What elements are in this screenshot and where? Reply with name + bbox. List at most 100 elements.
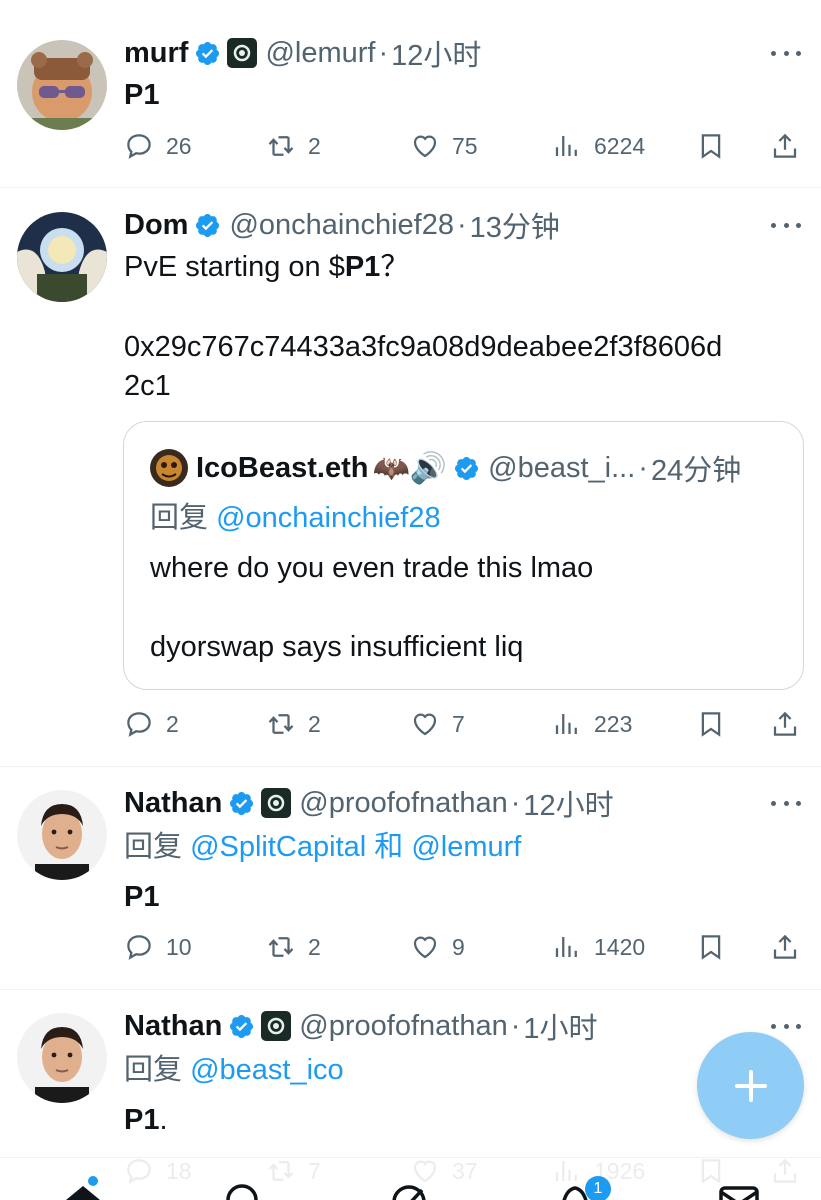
reply-button[interactable]: 26 [124, 126, 192, 166]
compose-button[interactable] [697, 1032, 804, 1139]
timestamp[interactable]: 1小时 [523, 1005, 597, 1047]
quote-avatar[interactable] [150, 449, 188, 487]
repost-count: 2 [308, 710, 321, 737]
bookmark-button[interactable] [696, 126, 726, 166]
like-button[interactable]: 7 [410, 704, 465, 744]
reply-count: 2 [166, 710, 179, 737]
tweet-header: Nathan @proofofnathan · 12小时 [124, 783, 614, 823]
tweet-text: P1 [124, 881, 160, 913]
tweet-header: Nathan @proofofnathan · 1小时 [124, 1006, 598, 1046]
affiliate-badge-icon [227, 38, 258, 68]
repost-button[interactable]: 2 [266, 126, 321, 166]
avatar[interactable] [17, 790, 107, 880]
cashtag[interactable]: P1 [345, 251, 380, 283]
separator: · [510, 786, 521, 819]
tweet-text-prefix: PvE starting on $ [124, 251, 345, 283]
reply-button[interactable]: 10 [124, 927, 192, 967]
bookmark-button[interactable] [696, 704, 726, 744]
search-icon[interactable] [222, 1182, 264, 1200]
mention-link[interactable]: @SplitCapital [190, 831, 366, 863]
view-count: 223 [594, 710, 633, 737]
more-options-icon[interactable] [771, 215, 801, 235]
share-button[interactable] [770, 927, 800, 967]
repost-button[interactable]: 2 [266, 704, 321, 744]
views-button[interactable]: 6224 [552, 126, 645, 166]
tweet-text-suffix: ？ [380, 251, 410, 283]
repost-icon [268, 937, 294, 957]
share-icon [773, 133, 797, 158]
bookmark-icon [701, 712, 721, 737]
quote-text: where do you even trade this lmao [150, 552, 594, 584]
home-icon[interactable] [62, 1182, 104, 1200]
display-name[interactable]: Dom [124, 209, 188, 242]
messages-icon[interactable] [718, 1182, 760, 1200]
mention-link[interactable]: @onchainchief28 [216, 502, 441, 534]
verified-badge-icon [230, 791, 254, 815]
bookmark-button[interactable] [696, 927, 726, 967]
display-name[interactable]: Nathan [124, 1010, 222, 1043]
reply-button[interactable]: 2 [124, 704, 179, 744]
more-options-icon[interactable] [771, 1016, 801, 1036]
mention-link[interactable]: @beast_ico [190, 1054, 344, 1086]
reply-icon [127, 712, 151, 737]
tweet-actions: 2 2 7 223 [124, 704, 804, 744]
tweet-header: Dom @onchainchief28 · 13分钟 [124, 205, 560, 245]
separator: · [510, 1009, 521, 1042]
reply-context: 回复 @beast_ico [124, 1050, 344, 1090]
verified-badge-icon [196, 213, 220, 237]
display-name[interactable]: murf [124, 37, 188, 70]
notifications-badge: 1 [585, 1176, 611, 1200]
repost-count: 2 [308, 933, 321, 960]
timestamp[interactable]: 13分钟 [470, 204, 560, 246]
quoted-tweet[interactable]: IcoBeast.eth 🦇🔊 @beast_i... · 24分钟 回复 @o… [123, 421, 804, 690]
reply-count: 26 [166, 132, 192, 159]
quote-display-name[interactable]: IcoBeast.eth [196, 452, 368, 485]
like-button[interactable]: 9 [410, 927, 465, 967]
avatar[interactable] [17, 212, 107, 302]
reply-count: 10 [166, 933, 192, 960]
quote-handle[interactable]: @beast_i... [488, 452, 635, 485]
avatar[interactable] [17, 1013, 107, 1103]
handle[interactable]: @proofofnathan [299, 787, 507, 820]
quote-reply-context: 回复 @onchainchief28 [150, 498, 441, 538]
affiliate-badge-icon [261, 788, 292, 818]
repost-button[interactable]: 2 [266, 927, 321, 967]
avatar[interactable] [17, 40, 107, 130]
views-button[interactable]: 223 [552, 704, 632, 744]
views-button[interactable]: 1420 [552, 927, 645, 967]
reply-prefix: 回复 [150, 502, 209, 534]
tweet-text: P1 [124, 79, 160, 111]
share-icon [773, 711, 797, 736]
grok-icon[interactable] [388, 1182, 430, 1200]
quote-name-emojis: 🦇🔊 [372, 451, 448, 485]
more-options-icon[interactable] [771, 43, 801, 63]
view-count: 1420 [594, 933, 646, 960]
share-icon [773, 934, 797, 959]
mention-link[interactable]: @lemurf [411, 831, 521, 863]
tweet-text-suffix: . [159, 1104, 168, 1136]
heart-icon [413, 135, 437, 158]
handle[interactable]: @lemurf [265, 37, 375, 70]
separator: · [378, 36, 389, 69]
more-options-icon[interactable] [771, 793, 801, 813]
verified-badge-icon [196, 41, 220, 65]
tweet-text-bold: P1 [124, 1104, 160, 1136]
tweet-text: PvE starting on $P1？ [124, 247, 409, 287]
timestamp[interactable]: 12小时 [523, 782, 613, 824]
views-chart-icon [555, 714, 577, 734]
like-button[interactable]: 75 [410, 126, 478, 166]
like-count: 75 [452, 132, 478, 159]
contract-address-line: 2c1 [124, 370, 171, 402]
timestamp[interactable]: 12小时 [391, 32, 481, 74]
tweet-actions: 10 2 9 1420 [124, 927, 804, 967]
share-button[interactable] [770, 704, 800, 744]
affiliate-badge-icon [261, 1011, 292, 1041]
display-name[interactable]: Nathan [124, 787, 222, 820]
handle[interactable]: @onchainchief28 [229, 209, 454, 242]
separator: · [457, 208, 467, 241]
reply-icon [127, 134, 151, 159]
reply-context: 回复 @SplitCapital 和 @lemurf [124, 827, 521, 867]
handle[interactable]: @proofofnathan [299, 1010, 507, 1043]
share-button[interactable] [770, 126, 800, 166]
heart-icon [413, 713, 437, 736]
